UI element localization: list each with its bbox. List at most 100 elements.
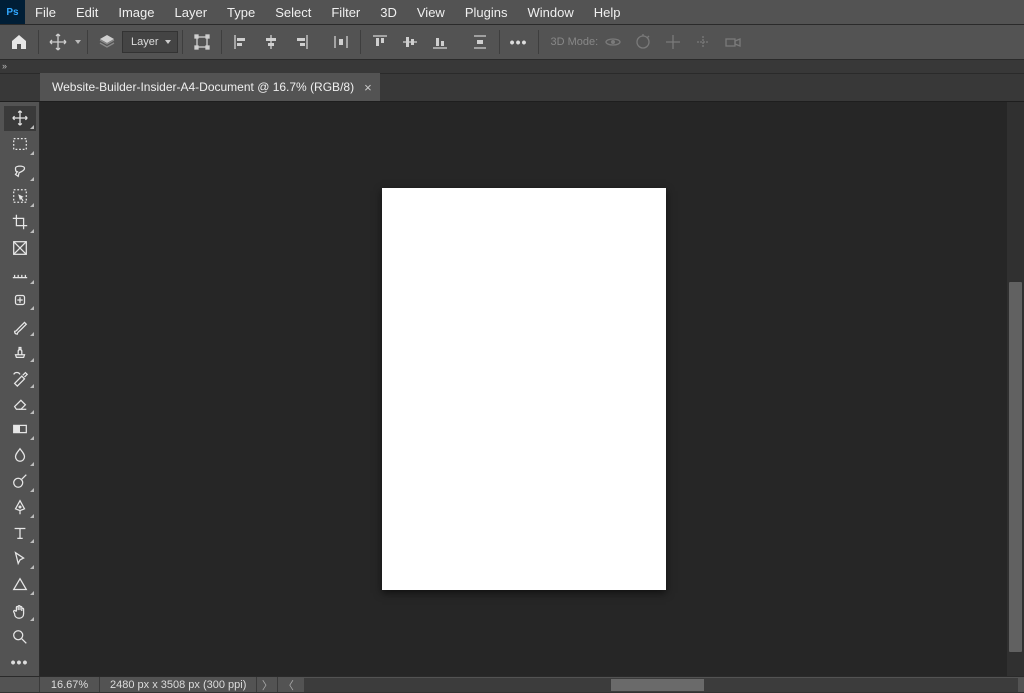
pen-tool[interactable] [4, 495, 36, 520]
menu-layer[interactable]: Layer [165, 0, 218, 24]
3d-orbit-button[interactable] [598, 28, 628, 56]
transform-controls-icon [192, 32, 212, 52]
layers-icon [97, 32, 117, 52]
healing-brush-tool[interactable] [4, 287, 36, 312]
separator [538, 30, 539, 54]
shape-tool[interactable] [4, 572, 36, 597]
ellipsis-icon: ••• [11, 654, 29, 670]
dodge-tool[interactable] [4, 469, 36, 494]
options-bar: Layer ••• 3D Mode: [0, 25, 1024, 60]
blur-tool[interactable] [4, 443, 36, 468]
gradient-tool[interactable] [4, 417, 36, 442]
eyedropper-tool[interactable] [4, 261, 36, 286]
menu-3d[interactable]: 3D [370, 0, 407, 24]
align-vcenter-icon [400, 32, 420, 52]
menu-help[interactable]: Help [584, 0, 631, 24]
document-canvas[interactable] [382, 188, 666, 590]
crop-tool[interactable] [4, 210, 36, 235]
status-corner [0, 677, 40, 692]
tool-preset-button[interactable] [43, 28, 73, 56]
hscroll-left-button[interactable]: 〈 [278, 677, 298, 692]
hand-tool[interactable] [4, 598, 36, 623]
3d-pan-button[interactable] [658, 28, 688, 56]
home-button[interactable] [4, 28, 34, 56]
ps-logo-text: Ps [4, 6, 20, 19]
more-options-button[interactable]: ••• [504, 28, 534, 56]
pan-icon [663, 32, 683, 52]
app-icon: Ps [0, 0, 25, 24]
align-bottom-button[interactable] [425, 28, 455, 56]
align-left-icon [231, 32, 251, 52]
distribute-h-button[interactable] [326, 28, 356, 56]
align-top-button[interactable] [365, 28, 395, 56]
vertical-scrollbar[interactable] [1007, 102, 1024, 676]
3d-slide-button[interactable] [688, 28, 718, 56]
align-left-button[interactable] [226, 28, 256, 56]
camera-icon [723, 32, 743, 52]
align-bottom-icon [430, 32, 450, 52]
auto-select-toggle[interactable] [92, 28, 122, 56]
align-hcenter-button[interactable] [256, 28, 286, 56]
zoom-tool[interactable] [4, 624, 36, 649]
menu-filter[interactable]: Filter [321, 0, 370, 24]
transform-controls-toggle[interactable] [187, 28, 217, 56]
rectangular-marquee-tool[interactable] [4, 132, 36, 157]
align-top-icon [370, 32, 390, 52]
distribute-v-button[interactable] [465, 28, 495, 56]
work-area: ••• [0, 102, 1024, 676]
expand-toolbar-toggle[interactable]: ›› [0, 60, 14, 73]
horizontal-scrollbar[interactable] [304, 678, 1018, 692]
align-vcenter-button[interactable] [395, 28, 425, 56]
orbit-icon [603, 32, 623, 52]
3d-camera-button[interactable] [718, 28, 748, 56]
distribute-h-icon [331, 32, 351, 52]
path-selection-tool[interactable] [4, 546, 36, 571]
menu-edit[interactable]: Edit [66, 0, 108, 24]
slide-icon [693, 32, 713, 52]
document-tab[interactable]: Website-Builder-Insider-A4-Document @ 16… [40, 73, 380, 101]
type-tool[interactable] [4, 521, 36, 546]
edit-toolbar-button[interactable]: ••• [4, 650, 36, 675]
menu-image[interactable]: Image [108, 0, 164, 24]
3d-mode-label: 3D Mode: [551, 36, 599, 48]
menu-window[interactable]: Window [517, 0, 583, 24]
right-gutter [1007, 102, 1024, 676]
eraser-tool[interactable] [4, 391, 36, 416]
close-tab-button[interactable]: × [364, 80, 372, 95]
document-tab-title: Website-Builder-Insider-A4-Document @ 16… [52, 80, 354, 94]
separator [182, 30, 183, 54]
brush-tool[interactable] [4, 313, 36, 338]
tools-panel: ••• [0, 102, 40, 676]
menu-plugins[interactable]: Plugins [455, 0, 518, 24]
home-icon [9, 32, 29, 52]
history-brush-tool[interactable] [4, 365, 36, 390]
menu-type[interactable]: Type [217, 0, 265, 24]
separator [499, 30, 500, 54]
zoom-level-field[interactable]: 16.67% [40, 677, 100, 692]
horizontal-scrollbar-thumb[interactable] [611, 679, 704, 691]
auto-select-target-dropdown[interactable]: Layer [122, 31, 178, 53]
menu-view[interactable]: View [407, 0, 455, 24]
menu-file[interactable]: File [25, 0, 66, 24]
lasso-tool[interactable] [4, 158, 36, 183]
menu-select[interactable]: Select [265, 0, 321, 24]
document-dimensions[interactable]: 2480 px x 3508 px (300 ppi) [100, 677, 257, 692]
distribute-v-icon [470, 32, 490, 52]
object-selection-tool[interactable] [4, 184, 36, 209]
status-info-flyout[interactable]: 〉 [257, 677, 278, 692]
status-bar: 16.67% 2480 px x 3508 px (300 ppi) 〉 〈 [0, 676, 1024, 692]
menu-bar: Ps File Edit Image Layer Type Select Fil… [0, 0, 1024, 25]
move-icon [48, 32, 68, 52]
panel-expand-strip: ›› [0, 60, 1024, 74]
more-icon: ••• [510, 34, 528, 50]
3d-roll-button[interactable] [628, 28, 658, 56]
separator [221, 30, 222, 54]
move-tool[interactable] [4, 106, 36, 131]
frame-tool[interactable] [4, 236, 36, 261]
tool-preset-dropdown[interactable] [73, 40, 83, 44]
canvas-area[interactable] [40, 102, 1007, 676]
clone-stamp-tool[interactable] [4, 339, 36, 364]
align-right-button[interactable] [286, 28, 316, 56]
align-hcenter-icon [261, 32, 281, 52]
separator [38, 30, 39, 54]
